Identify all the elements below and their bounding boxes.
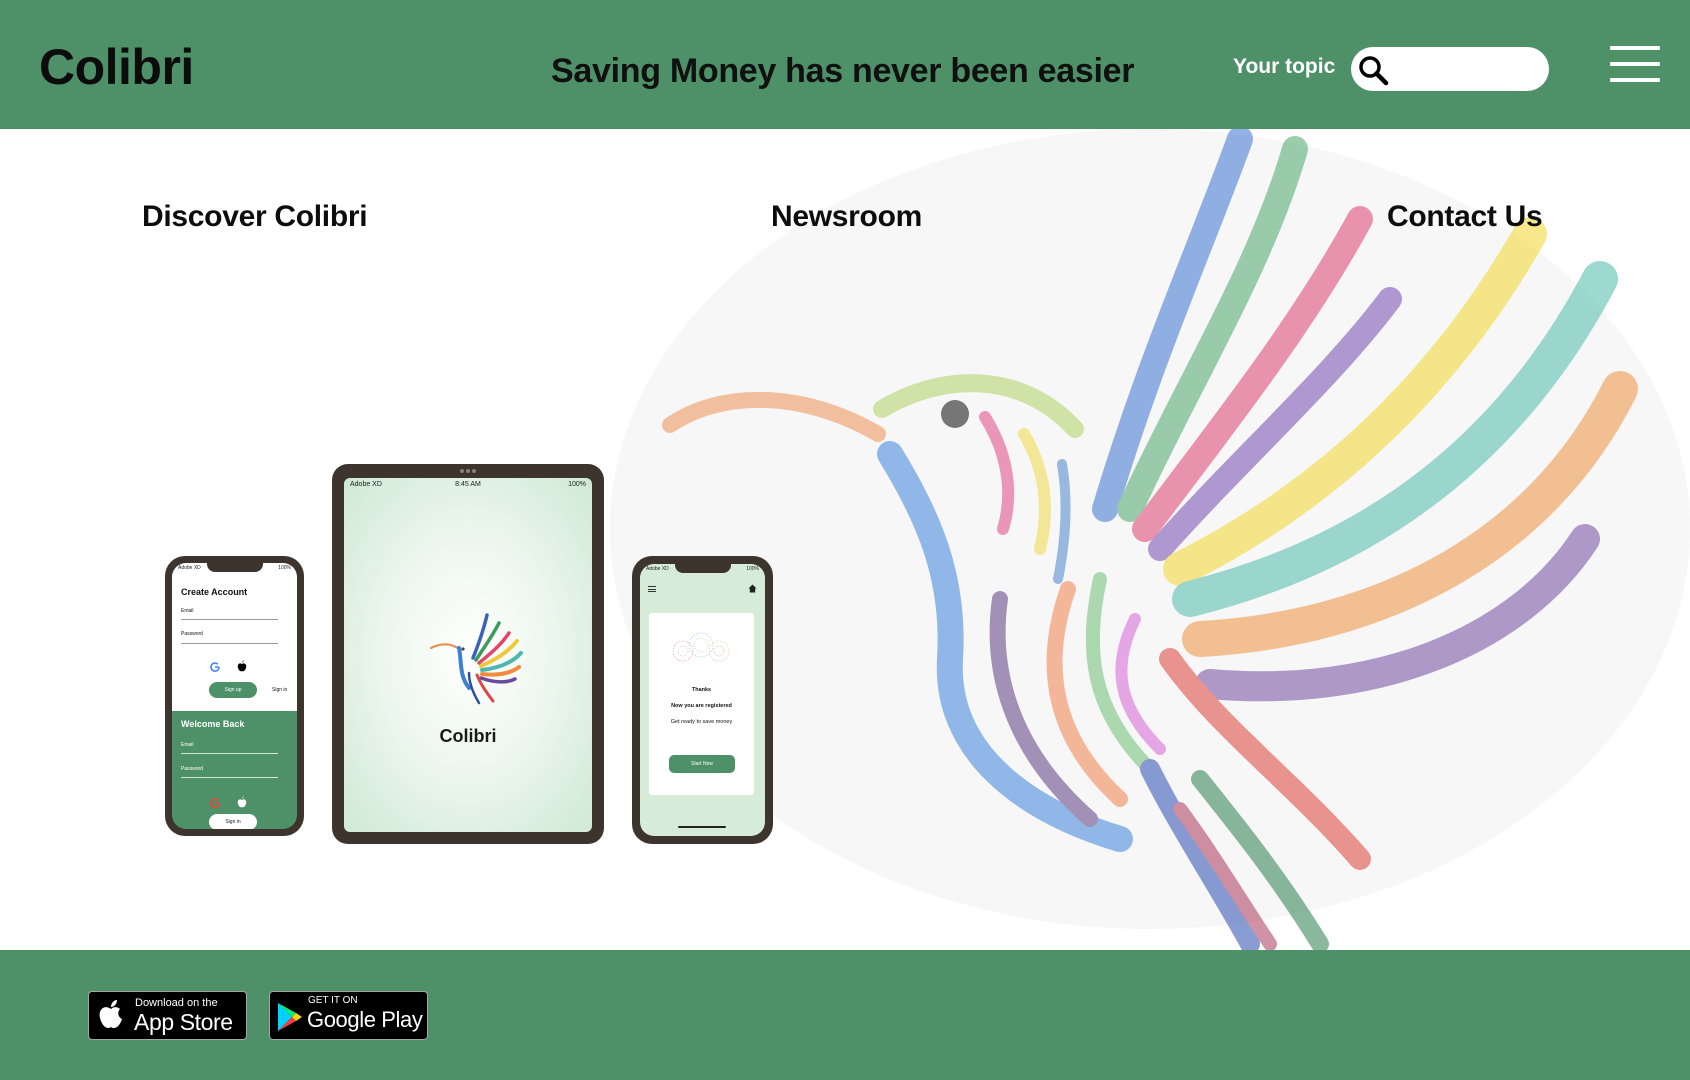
colibri-logo-icon bbox=[429, 613, 523, 705]
email-underline-2 bbox=[181, 753, 278, 754]
apple-icon bbox=[237, 660, 247, 672]
search-input[interactable] bbox=[1399, 55, 1543, 85]
search-icon[interactable] bbox=[1357, 54, 1391, 88]
tablet-mockup: Adobe XD 8:45 AM 100% Colibri bbox=[332, 464, 604, 844]
phone-mockup-signup: Adobe XD 100% Create Account Email Passw… bbox=[165, 556, 304, 836]
status-carrier: Adobe XD bbox=[178, 565, 201, 571]
signin-link[interactable]: Sign in bbox=[272, 687, 287, 693]
email-label: Email bbox=[181, 608, 194, 614]
site-logo[interactable]: Colibri bbox=[39, 38, 194, 96]
create-account-title: Create Account bbox=[181, 587, 248, 597]
app-store-big-text: App Store bbox=[134, 1009, 233, 1035]
google-icon bbox=[210, 662, 220, 672]
google-icon-2 bbox=[210, 798, 220, 808]
google-play-icon bbox=[278, 1003, 302, 1031]
registration-card: Thanks Now you are registered Get ready … bbox=[649, 613, 754, 795]
tablet-app-title: Colibri bbox=[439, 726, 497, 746]
email-underline bbox=[181, 619, 278, 620]
topic-label: Your topic bbox=[1233, 55, 1336, 78]
hamburger-menu-icon[interactable] bbox=[1610, 46, 1660, 84]
google-play-small-text: GET IT ON bbox=[308, 995, 358, 1006]
google-play-badge[interactable]: GET IT ON Google Play bbox=[269, 991, 428, 1040]
tablet-status-battery: 100% bbox=[568, 481, 586, 488]
status-carrier-2: Adobe XD bbox=[646, 566, 669, 572]
google-play-big-text: Google Play bbox=[307, 1007, 423, 1032]
apple-logo-icon bbox=[99, 1000, 122, 1029]
password-label: Password bbox=[181, 631, 203, 637]
phone-signup-screen: Adobe XD 100% Create Account Email Passw… bbox=[172, 563, 297, 829]
password-underline bbox=[181, 643, 278, 644]
status-battery-2: 100% bbox=[746, 566, 759, 572]
tablet-splash-screen: Adobe XD 8:45 AM 100% Colibri bbox=[344, 478, 592, 832]
tablet-status-time: 8:45 AM bbox=[455, 481, 481, 488]
thanks-text: Thanks bbox=[691, 687, 712, 693]
registered-text: Now you are registered bbox=[671, 703, 732, 709]
header-bar: Colibri Saving Money has never been easi… bbox=[0, 0, 1690, 129]
email-label-2: Email bbox=[181, 742, 194, 748]
tablet-camera bbox=[460, 469, 476, 473]
home-indicator bbox=[678, 826, 726, 828]
password-underline-2 bbox=[181, 777, 278, 778]
app-store-small-text: Download on the bbox=[135, 997, 218, 1009]
phone-mockup-registered: Adobe XD 100% Thanks Now you are registe… bbox=[632, 556, 773, 844]
footer-bar: Download on the App Store GET IT ON Goog… bbox=[0, 950, 1690, 1080]
ready-text: Get ready to save money bbox=[670, 719, 733, 725]
apple-icon-2 bbox=[237, 796, 247, 808]
start-now-button[interactable]: Start Now bbox=[669, 755, 735, 773]
header-tagline: Saving Money has never been easier bbox=[551, 52, 1135, 90]
welcome-back-panel: Welcome Back Email Password Sign in bbox=[172, 711, 297, 829]
nav-newsroom[interactable]: Newsroom bbox=[771, 200, 922, 234]
status-battery: 100% bbox=[278, 565, 291, 571]
main-content: Discover Colibri Newsroom Contact Us Ado… bbox=[0, 129, 1690, 950]
signin-button[interactable]: Sign in bbox=[209, 814, 257, 829]
phone-registered-screen: Adobe XD 100% Thanks Now you are registe… bbox=[640, 564, 765, 836]
nav-discover-colibri[interactable]: Discover Colibri bbox=[142, 200, 368, 234]
nav-contact-us[interactable]: Contact Us bbox=[1387, 200, 1543, 234]
home-icon[interactable] bbox=[748, 584, 757, 593]
app-store-badge[interactable]: Download on the App Store bbox=[88, 991, 247, 1040]
search-field[interactable] bbox=[1351, 47, 1549, 91]
phone-menu-icon[interactable] bbox=[648, 586, 656, 592]
password-label-2: Password bbox=[181, 766, 203, 772]
create-account-panel: Adobe XD 100% Create Account Email Passw… bbox=[172, 563, 297, 711]
fireworks-icon bbox=[672, 632, 730, 662]
welcome-back-title: Welcome Back bbox=[181, 719, 245, 729]
signup-button[interactable]: Sign up bbox=[209, 682, 257, 698]
